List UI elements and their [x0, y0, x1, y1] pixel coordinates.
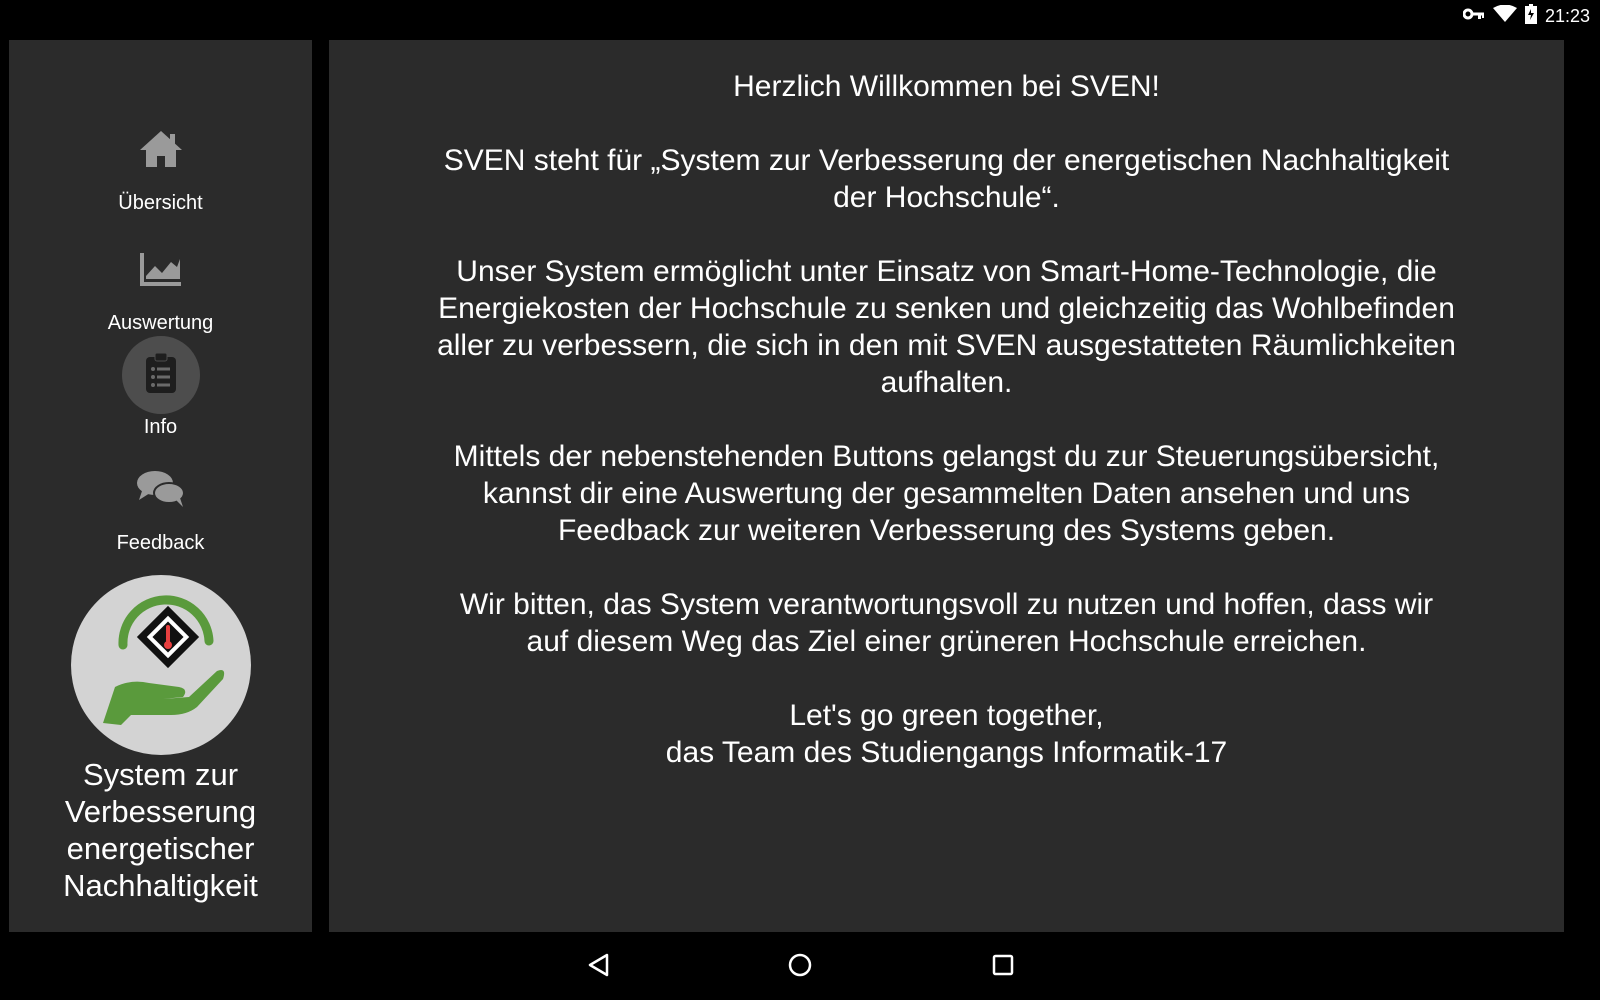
nav-icon-wrap [122, 452, 200, 530]
brand-line: Verbesserung [64, 794, 257, 829]
sidebar-item-label: Feedback [116, 532, 205, 554]
heading-text: Herzlich Willkommen bei SVEN! [733, 70, 1160, 103]
welcome-heading: Herzlich Willkommen bei SVEN! [379, 68, 1514, 105]
paragraph-request: Wir bitten, das System verantwortungsvol… [379, 586, 1514, 660]
system-nav-bar [0, 932, 1600, 1000]
closing: Let's go green together, das Team des St… [379, 697, 1514, 771]
recents-button[interactable] [986, 950, 1020, 984]
info-panel: Herzlich Willkommen bei SVEN! SVEN steht… [329, 40, 1564, 932]
sidebar-item-label: Auswertung [107, 312, 214, 334]
sidebar-item-info[interactable]: Info [9, 336, 312, 439]
text-line: Feedback zur weiteren Verbesserung des S… [557, 514, 1336, 547]
home-button[interactable] [783, 950, 817, 984]
chat-bubbles-icon [136, 469, 186, 514]
nav-icon-wrap [122, 232, 200, 310]
back-triangle-icon [586, 952, 612, 983]
home-circle-icon [787, 952, 813, 983]
paragraph-navigation: Mittels der nebenstehenden Buttons gelan… [379, 438, 1514, 549]
sidebar: Übersicht Auswertung Info Feedback Syste… [9, 40, 312, 932]
sidebar-item-label: Übersicht [118, 192, 203, 214]
sidebar-item-auswertung[interactable]: Auswertung [9, 232, 312, 335]
chart-icon [139, 251, 183, 292]
home-icon [138, 129, 184, 174]
recents-square-icon [991, 953, 1015, 982]
clipboard-icon [145, 352, 176, 398]
nav-icon-wrap [122, 112, 200, 190]
text-line: der Hochschule“. [833, 181, 1060, 214]
text-line: Wir bitten, das System verantwortungsvol… [459, 588, 1434, 621]
text-line: SVEN steht für „System zur Verbesserung … [443, 144, 1450, 177]
status-bar: 21:23 [0, 0, 1600, 32]
battery-icon [1524, 3, 1537, 29]
text-line: Unser System ermöglicht unter Einsatz vo… [456, 255, 1437, 288]
brand-line: System zur [82, 757, 239, 792]
brand-line: energetischer [66, 831, 255, 866]
text-line: kannst dir eine Auswertung der gesammelt… [482, 477, 1411, 510]
info-content: Herzlich Willkommen bei SVEN! SVEN steht… [379, 68, 1514, 808]
vpn-key-icon [1462, 7, 1485, 26]
text-line: auf diesem Weg das Ziel einer grüneren H… [526, 625, 1367, 658]
brand-text: System zur Verbesserung energetischer Na… [9, 756, 312, 904]
text-line: aufhalten. [880, 366, 1013, 399]
sven-logo [71, 575, 251, 755]
active-indicator [121, 336, 200, 414]
sidebar-item-feedback[interactable]: Feedback [9, 452, 312, 555]
sidebar-item-label: Info [143, 416, 178, 438]
sidebar-item-uebersicht[interactable]: Übersicht [9, 112, 312, 215]
status-time: 21:23 [1544, 5, 1590, 26]
text-line: Let's go green together, [789, 699, 1104, 732]
text-line: Mittels der nebenstehenden Buttons gelan… [453, 440, 1440, 473]
brand-line: Nachhaltigkeit [63, 868, 258, 903]
back-button[interactable] [582, 950, 616, 984]
paragraph-purpose: Unser System ermöglicht unter Einsatz vo… [379, 253, 1514, 401]
wifi-icon [1492, 4, 1517, 28]
text-line: Energiekosten der Hochschule zu senken u… [438, 292, 1455, 325]
text-line: aller zu verbessern, die sich in den mit… [437, 329, 1456, 362]
paragraph-meaning: SVEN steht für „System zur Verbesserung … [379, 142, 1514, 216]
status-icons: 21:23 [1462, 3, 1590, 29]
text-line: das Team des Studiengangs Informatik-17 [665, 736, 1228, 769]
